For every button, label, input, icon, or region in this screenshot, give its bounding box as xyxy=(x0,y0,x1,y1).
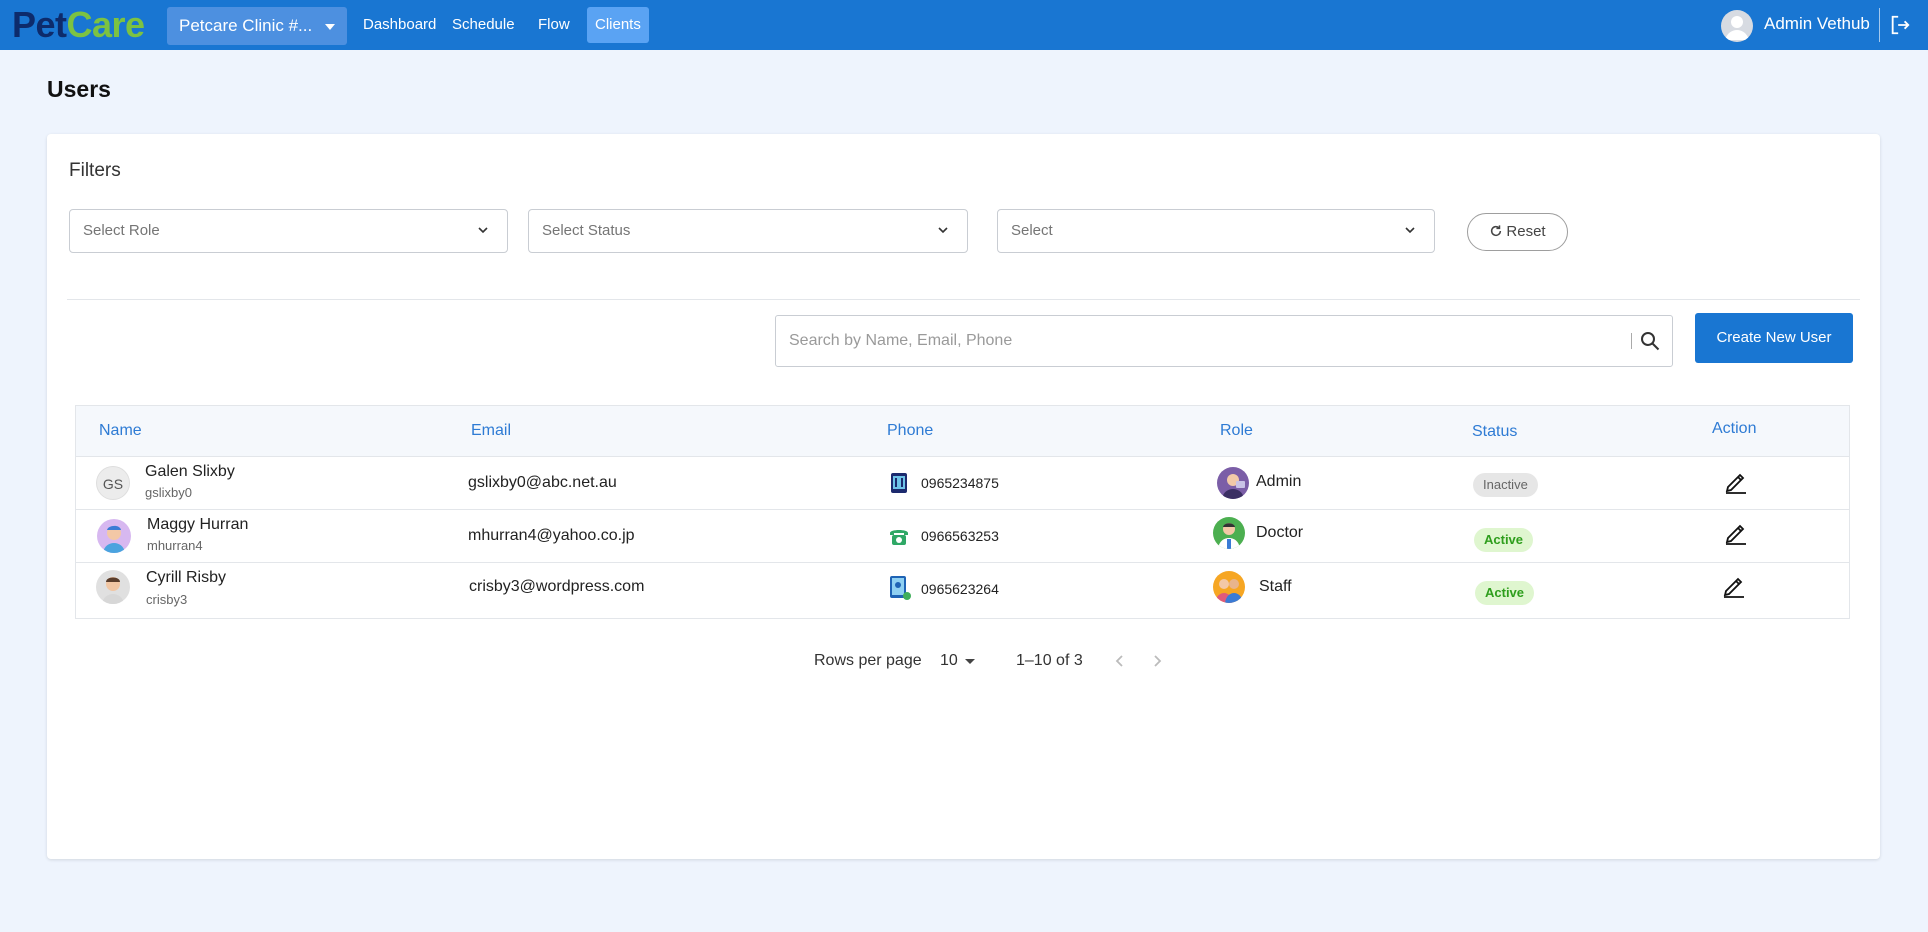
avatar xyxy=(96,570,130,604)
doctor-avatar-icon xyxy=(1213,517,1245,549)
user-username: gslixby0 xyxy=(145,485,192,500)
clinic-selector[interactable]: Petcare Clinic #... xyxy=(167,7,347,45)
column-header-action: Action xyxy=(1712,420,1757,437)
search-input[interactable] xyxy=(776,316,1626,366)
admin-avatar-icon xyxy=(1217,467,1249,499)
user-fullname: Maggy Hurran xyxy=(147,516,249,533)
user-avatar-icon[interactable] xyxy=(1721,10,1753,42)
users-card: Filters Select Role Select Status Select… xyxy=(47,134,1880,859)
contact-phone-icon xyxy=(890,576,911,600)
nav-flow[interactable]: Flow xyxy=(530,7,578,43)
create-new-user-button[interactable]: Create New User xyxy=(1695,313,1853,363)
logo-text-pet: Pet xyxy=(12,4,67,45)
role-select[interactable]: Select Role xyxy=(69,209,508,253)
table-header: Name Email Phone Role Status Action xyxy=(76,406,1849,457)
column-header-name[interactable]: Name xyxy=(99,422,142,440)
petcare-logo[interactable]: PetCare xyxy=(12,6,145,44)
mobile-phone-icon xyxy=(891,473,907,493)
pagination-range: 1–10 of 3 xyxy=(1016,652,1083,669)
user-email: crisby3@wordpress.com xyxy=(469,578,645,595)
column-header-status[interactable]: Status xyxy=(1472,423,1517,441)
user-role: Admin xyxy=(1256,473,1302,490)
avatar: GS xyxy=(96,466,130,500)
search-box xyxy=(775,315,1673,367)
column-header-email[interactable]: Email xyxy=(471,422,511,440)
user-phone: 0966563253 xyxy=(921,528,999,544)
user-username: mhurran4 xyxy=(147,538,203,553)
topbar-divider xyxy=(1879,8,1880,42)
user-phone: 0965234875 xyxy=(921,475,999,491)
nav-dashboard[interactable]: Dashboard xyxy=(355,7,444,43)
chevron-down-icon xyxy=(1405,227,1415,234)
status-badge: Active xyxy=(1474,528,1534,552)
avatar xyxy=(97,519,131,553)
chevron-down-icon xyxy=(938,227,948,234)
table-row[interactable]: Maggy Hurran mhurran4 mhurran4@yahoo.co.… xyxy=(76,510,1849,563)
chevron-down-icon xyxy=(478,227,488,234)
logout-icon[interactable] xyxy=(1889,14,1911,36)
status-badge: Inactive xyxy=(1473,473,1538,497)
caret-down-icon[interactable] xyxy=(965,659,975,664)
top-navbar: PetCare Petcare Clinic #... Dashboard Sc… xyxy=(0,0,1928,50)
reset-button[interactable]: Reset xyxy=(1467,213,1568,251)
page-title: Users xyxy=(47,76,111,102)
nav-schedule[interactable]: Schedule xyxy=(444,7,523,43)
users-table: Name Email Phone Role Status Action GS G… xyxy=(75,405,1850,619)
caret-down-icon xyxy=(325,24,335,30)
status-select-placeholder: Select Status xyxy=(542,222,631,239)
third-select-placeholder: Select xyxy=(1011,222,1053,239)
user-name[interactable]: Admin Vethub xyxy=(1764,12,1870,36)
landline-phone-icon xyxy=(890,530,908,545)
edit-pencil-icon[interactable] xyxy=(1720,571,1748,599)
reset-button-label: Reset xyxy=(1506,223,1546,240)
search-icon[interactable] xyxy=(1640,331,1660,351)
status-select[interactable]: Select Status xyxy=(528,209,968,253)
nav-clients[interactable]: Clients xyxy=(587,7,649,43)
rows-per-page-select[interactable]: 10 xyxy=(940,652,958,670)
user-role: Staff xyxy=(1259,578,1292,595)
filters-title: Filters xyxy=(69,160,121,181)
chevron-left-icon[interactable] xyxy=(1113,652,1127,670)
edit-pencil-icon[interactable] xyxy=(1722,467,1750,495)
filters-divider xyxy=(67,299,1860,300)
logo-text-care: Care xyxy=(66,4,146,45)
edit-pencil-icon[interactable] xyxy=(1722,518,1750,546)
status-badge: Active xyxy=(1475,581,1535,605)
refresh-icon xyxy=(1491,225,1502,237)
avatar-initials: GS xyxy=(96,466,130,500)
user-role: Doctor xyxy=(1256,524,1304,541)
search-separator xyxy=(1631,333,1632,349)
clinic-selector-label: Petcare Clinic #... xyxy=(179,16,313,35)
user-username: crisby3 xyxy=(146,592,188,607)
pagination: Rows per page 10 1–10 of 3 xyxy=(47,642,1880,682)
table-row[interactable]: GS Galen Slixby gslixby0 gslixby0@abc.ne… xyxy=(76,457,1849,510)
user-email: gslixby0@abc.net.au xyxy=(468,474,617,491)
user-fullname: Galen Slixby xyxy=(145,463,235,480)
column-header-role[interactable]: Role xyxy=(1220,422,1253,440)
chevron-right-icon[interactable] xyxy=(1150,652,1164,670)
role-select-placeholder: Select Role xyxy=(83,222,160,239)
third-filter-select[interactable]: Select xyxy=(997,209,1435,253)
column-header-phone[interactable]: Phone xyxy=(887,422,933,440)
staff-avatar-icon xyxy=(1213,571,1245,603)
user-email: mhurran4@yahoo.co.jp xyxy=(468,527,635,544)
rows-per-page-label: Rows per page xyxy=(814,652,922,669)
user-fullname: Cyrill Risby xyxy=(146,569,226,586)
user-phone: 0965623264 xyxy=(921,581,999,597)
table-row[interactable]: Cyrill Risby crisby3 crisby3@wordpress.c… xyxy=(76,563,1849,618)
